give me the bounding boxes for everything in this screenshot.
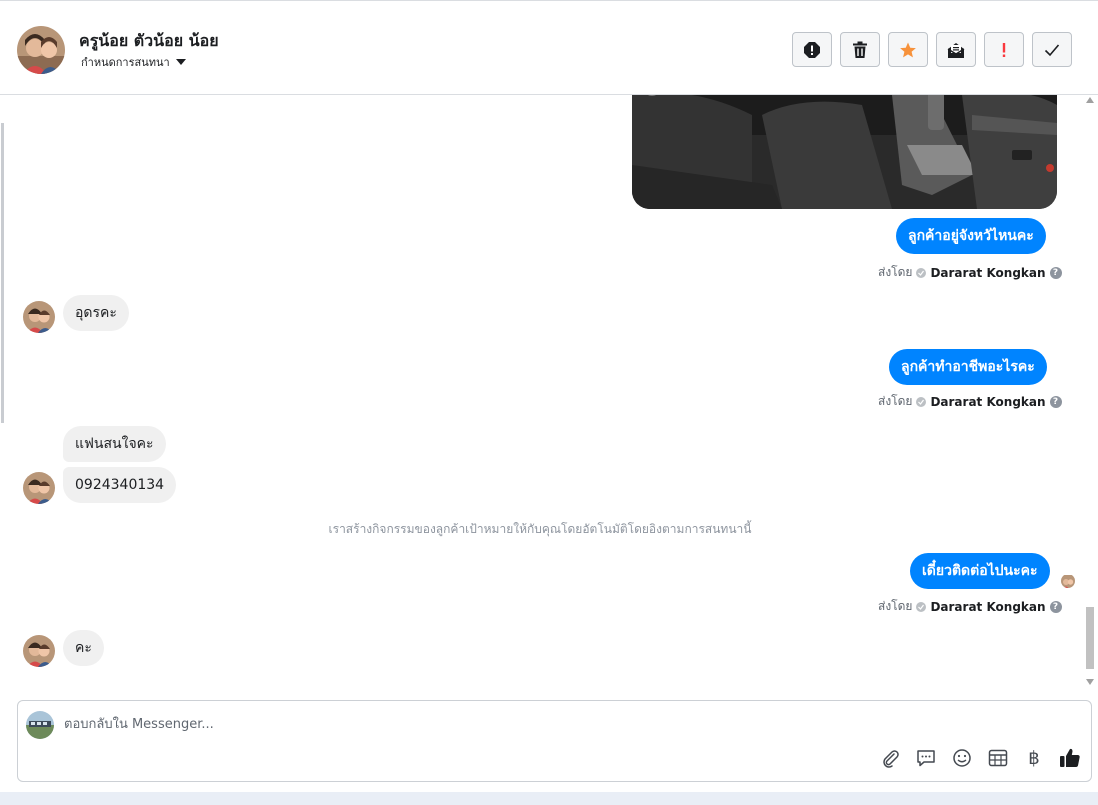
help-icon[interactable]: ? <box>1049 600 1062 613</box>
like-icon <box>1060 748 1080 767</box>
outgoing-message[interactable]: เดี๋ยวติดต่อไปนะคะ <box>910 553 1050 589</box>
assign-conversation-dropdown[interactable]: กำหนดการสนทนา <box>81 53 186 71</box>
sent-by-info: ส่งโดย Dararat Kongkan ? <box>878 263 1062 282</box>
outgoing-message[interactable]: ลูกค้าทำอาชีพอะไรคะ <box>889 349 1047 385</box>
incoming-message[interactable]: คะ <box>63 630 104 666</box>
messenger-conversation-window: ครูน้อย ตัวน้อย น้อย กำหนดการสนทนา ลูกค้… <box>0 0 1098 792</box>
payment-icon: ฿ <box>1028 747 1040 769</box>
mark-unread-button[interactable] <box>936 32 976 67</box>
page-avatar <box>26 711 54 739</box>
attach-button[interactable] <box>879 747 901 769</box>
help-icon[interactable]: ? <box>1049 395 1062 408</box>
sent-by-label: ส่งโดย <box>878 394 913 408</box>
incoming-message[interactable]: อุดรคะ <box>63 295 129 331</box>
mark-unread-icon <box>947 42 965 58</box>
contact-message-avatar <box>23 301 55 333</box>
thread-scrollbar[interactable] <box>1085 95 1095 687</box>
contact-name[interactable]: ครูน้อย ตัวน้อย น้อย <box>79 29 219 54</box>
saved-reply-icon <box>917 750 935 767</box>
message-thread[interactable]: ลูกค้าอยู่จังหวัไหนคะ ส่งโดย Dararat Kon… <box>0 95 1098 687</box>
payment-button[interactable]: ฿ <box>1023 747 1045 769</box>
agent-name[interactable]: Dararat Kongkan <box>930 266 1045 280</box>
car-interior-photo-message[interactable] <box>632 95 1057 209</box>
appointment-button[interactable] <box>987 747 1009 769</box>
system-notice: เราสร้างกิจกรรมของลูกค้าเป้าหมายให้กับคุ… <box>328 522 752 536</box>
conversation-header: ครูน้อย ตัวน้อย น้อย กำหนดการสนทนา <box>0 6 1098 95</box>
sent-by-info: ส่งโดย Dararat Kongkan ? <box>878 392 1062 411</box>
scroll-down-arrow[interactable] <box>1086 679 1094 685</box>
saved-replies-button[interactable] <box>915 747 937 769</box>
incoming-message[interactable]: แฟนสนใจคะ <box>63 426 166 462</box>
sent-by-label: ส่งโดย <box>878 599 913 613</box>
outgoing-message[interactable]: ลูกค้าอยู่จังหวัไหนคะ <box>896 218 1046 254</box>
conversation-toolbar <box>792 32 1072 67</box>
contact-avatar[interactable] <box>17 26 65 74</box>
reply-composer: ฿ <box>17 700 1092 782</box>
help-icon[interactable]: ? <box>1049 266 1062 279</box>
composer-tools: ฿ <box>879 747 1081 769</box>
sent-by-label: ส่งโดย <box>878 265 913 279</box>
trash-icon <box>853 41 867 58</box>
delete-button[interactable] <box>840 32 880 67</box>
reply-input[interactable] <box>64 713 964 735</box>
assign-conversation-label: กำหนดการสนทนา <box>81 56 170 69</box>
sent-by-info: ส่งโดย Dararat Kongkan ? <box>878 597 1062 616</box>
appointment-icon <box>988 749 1008 767</box>
contact-message-avatar <box>23 635 55 667</box>
mark-done-button[interactable] <box>1032 32 1072 67</box>
emoji-icon <box>953 749 971 767</box>
contact-message-avatar <box>23 472 55 504</box>
star-button[interactable] <box>888 32 928 67</box>
mark-spam-button[interactable] <box>792 32 832 67</box>
agent-status-icon <box>916 267 927 278</box>
emoji-button[interactable] <box>951 747 973 769</box>
agent-name[interactable]: Dararat Kongkan <box>930 600 1045 614</box>
send-like-button[interactable] <box>1059 747 1081 769</box>
scroll-up-arrow[interactable] <box>1086 97 1094 103</box>
mark-important-button[interactable] <box>984 32 1024 67</box>
agent-status-icon <box>916 601 927 612</box>
agent-status-icon <box>916 396 927 407</box>
star-icon <box>900 42 916 57</box>
done-icon <box>1044 43 1060 56</box>
spam-icon <box>804 41 820 58</box>
important-icon <box>1002 42 1006 57</box>
attach-icon <box>883 750 899 768</box>
caret-down-icon <box>175 59 186 65</box>
incoming-message[interactable]: 0924340134 <box>63 467 177 503</box>
agent-name[interactable]: Dararat Kongkan <box>930 395 1045 409</box>
scroll-thumb[interactable] <box>1086 607 1094 669</box>
seen-avatar <box>1061 574 1075 588</box>
